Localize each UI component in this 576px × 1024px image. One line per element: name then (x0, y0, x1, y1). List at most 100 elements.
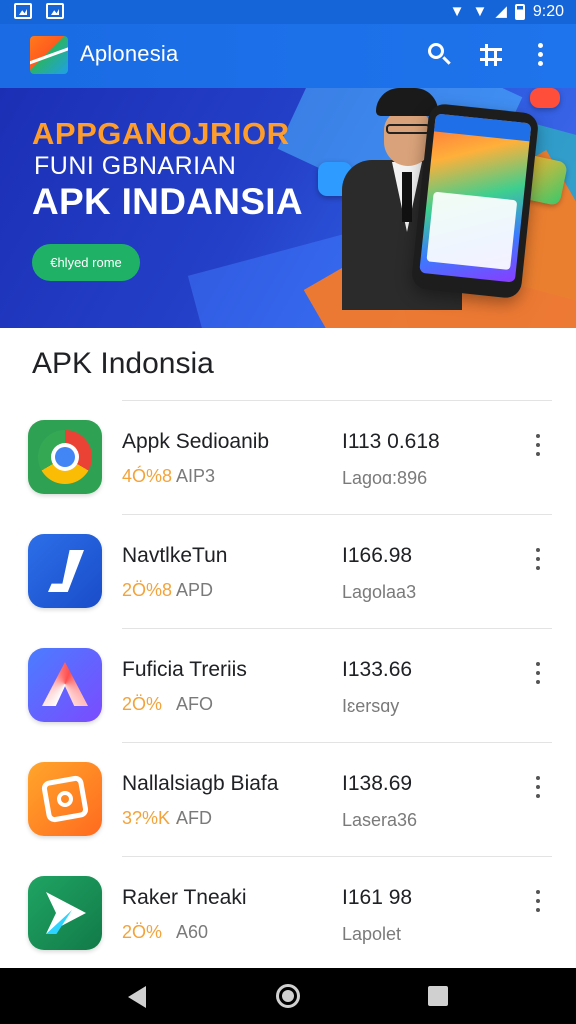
app-rating: 2Ö% (122, 922, 163, 942)
list-item[interactable]: Appk Sedioanib 4Ó%8 AIP3 I113 0.618 Lago… (0, 400, 576, 514)
mascot-glasses (386, 124, 430, 134)
a-logo-icon-shape (42, 662, 88, 706)
divider (122, 514, 552, 515)
tune-icon-knob (485, 44, 488, 66)
more-vert-icon-dot (536, 671, 540, 675)
item-more-button[interactable] (530, 660, 546, 686)
app-type: AIP3 (176, 466, 216, 486)
more-vert-icon-dot (536, 785, 540, 789)
wifi-icon: ▼ (472, 3, 488, 20)
promo-banner[interactable]: APPGANOJRIOR FUNI GBNARIAN APK INDANSIA … (0, 88, 576, 328)
item-more-button[interactable] (530, 546, 546, 572)
more-options-button[interactable] (532, 40, 548, 70)
section-title: APK Indonsia (32, 347, 214, 380)
mascot-hat (376, 88, 438, 116)
more-vert-icon (536, 890, 540, 894)
app-name: NavtlkeTun (122, 544, 228, 567)
item-more-button[interactable] (530, 432, 546, 458)
app-size: I113 0.618 (342, 430, 440, 453)
app-rating: 3?%K . (122, 808, 181, 828)
app-name: Appk Sedioanib (122, 430, 270, 453)
app-downloads: Iɛersɑy (342, 696, 400, 716)
play-icon-shape (46, 892, 86, 934)
app-size: I161 98 (342, 886, 413, 909)
back-icon[interactable] (128, 986, 146, 1008)
battery-icon (514, 4, 525, 20)
more-vert-icon-dot (536, 899, 540, 903)
gallery-icon (14, 3, 32, 19)
app-name: Nallalsiagb Biafa (122, 772, 279, 795)
more-vert-icon (536, 662, 540, 666)
more-vert-icon-dot (536, 680, 540, 684)
app-type: AFO (176, 694, 214, 714)
status-time: 9:20 (532, 3, 564, 20)
music-icon-note (48, 550, 84, 592)
more-vert-icon-dot (536, 452, 540, 456)
gallery-icon (46, 3, 64, 19)
banner-subheadline: FUNI GBNARIAN (34, 152, 237, 180)
more-vert-icon-dot (538, 52, 543, 57)
app-downloads: Lapolet (342, 924, 402, 944)
more-vert-icon-dot (538, 61, 543, 66)
list-item[interactable]: Raker Tneaki 2Ö% A60 I161 98 Lapolet (0, 856, 576, 970)
home-icon[interactable] (276, 984, 300, 1008)
app-tile-icon (530, 88, 560, 108)
app-bar: Aplonesia (0, 24, 576, 88)
play-icon (28, 876, 102, 950)
mascot-tie (402, 172, 412, 222)
status-bar: ▼ ▼ ◢ 9:20 (0, 0, 576, 24)
search-icon-handle (442, 56, 451, 65)
banner-phone (410, 102, 540, 300)
more-vert-icon-dot (536, 794, 540, 798)
more-vert-icon (536, 434, 540, 438)
app-type: AFD (176, 808, 212, 828)
status-left (14, 3, 64, 19)
search-icon (428, 43, 444, 59)
app-size: I133.66 (342, 658, 413, 681)
app-name: Raker Tneaki (122, 886, 247, 909)
app-size: I166.98 (342, 544, 413, 567)
app-rating: 2Ö%8 (122, 580, 173, 600)
banner-headline: APPGANOJRIOR (32, 116, 290, 151)
more-vert-icon-dot (536, 557, 540, 561)
list-item[interactable]: NavtlkeTun 2Ö%8 APD I166.98 Lagolaa3 (0, 514, 576, 628)
app-rating: 2Ö% (122, 694, 163, 714)
recents-icon[interactable] (428, 986, 448, 1006)
app-type: APD (176, 580, 214, 600)
navigation-bar (0, 968, 576, 1024)
more-vert-icon (536, 548, 540, 552)
divider (122, 742, 552, 743)
orange-box-icon-ring (57, 791, 73, 807)
a-logo-icon (28, 648, 102, 722)
orange-box-icon (28, 762, 102, 836)
app-rating: 4Ó%8 (122, 466, 173, 486)
wifi-icon: ▼ (449, 3, 465, 20)
divider (122, 856, 552, 857)
more-vert-icon (536, 776, 540, 780)
app-name: Fuficia Treriis (122, 658, 247, 681)
more-vert-icon-dot (536, 908, 540, 912)
status-right: ▼ ▼ ◢ 9:20 (450, 2, 564, 22)
divider (122, 400, 552, 401)
banner-title: APK INDANSIA (32, 181, 303, 222)
app-downloads: Lagoɑ:896 (342, 468, 428, 488)
more-vert-icon-dot (536, 443, 540, 447)
tune-icon-knob (494, 50, 497, 66)
app-downloads: Lagolaa3 (342, 582, 417, 602)
app-logo-icon (30, 36, 68, 74)
phone-screen (419, 113, 532, 283)
app-title: Aplonesia (80, 41, 179, 66)
banner-cta-button[interactable]: €hlyed rome (32, 244, 140, 281)
divider (122, 628, 552, 629)
chrome-icon-core (55, 447, 75, 467)
tune-button[interactable] (476, 40, 506, 70)
search-button[interactable] (424, 40, 454, 70)
item-more-button[interactable] (530, 774, 546, 800)
tune-icon (480, 48, 502, 51)
tune-icon-line (480, 58, 502, 61)
app-size: I138.69 (342, 772, 413, 795)
item-more-button[interactable] (530, 888, 546, 914)
list-item[interactable]: Nallalsiagb Biafa 3?%K . AFD I138.69 Las… (0, 742, 576, 856)
more-vert-icon-dot (536, 566, 540, 570)
list-item[interactable]: Fuficia Treriis 2Ö% AFO I133.66 Iɛersɑy (0, 628, 576, 742)
